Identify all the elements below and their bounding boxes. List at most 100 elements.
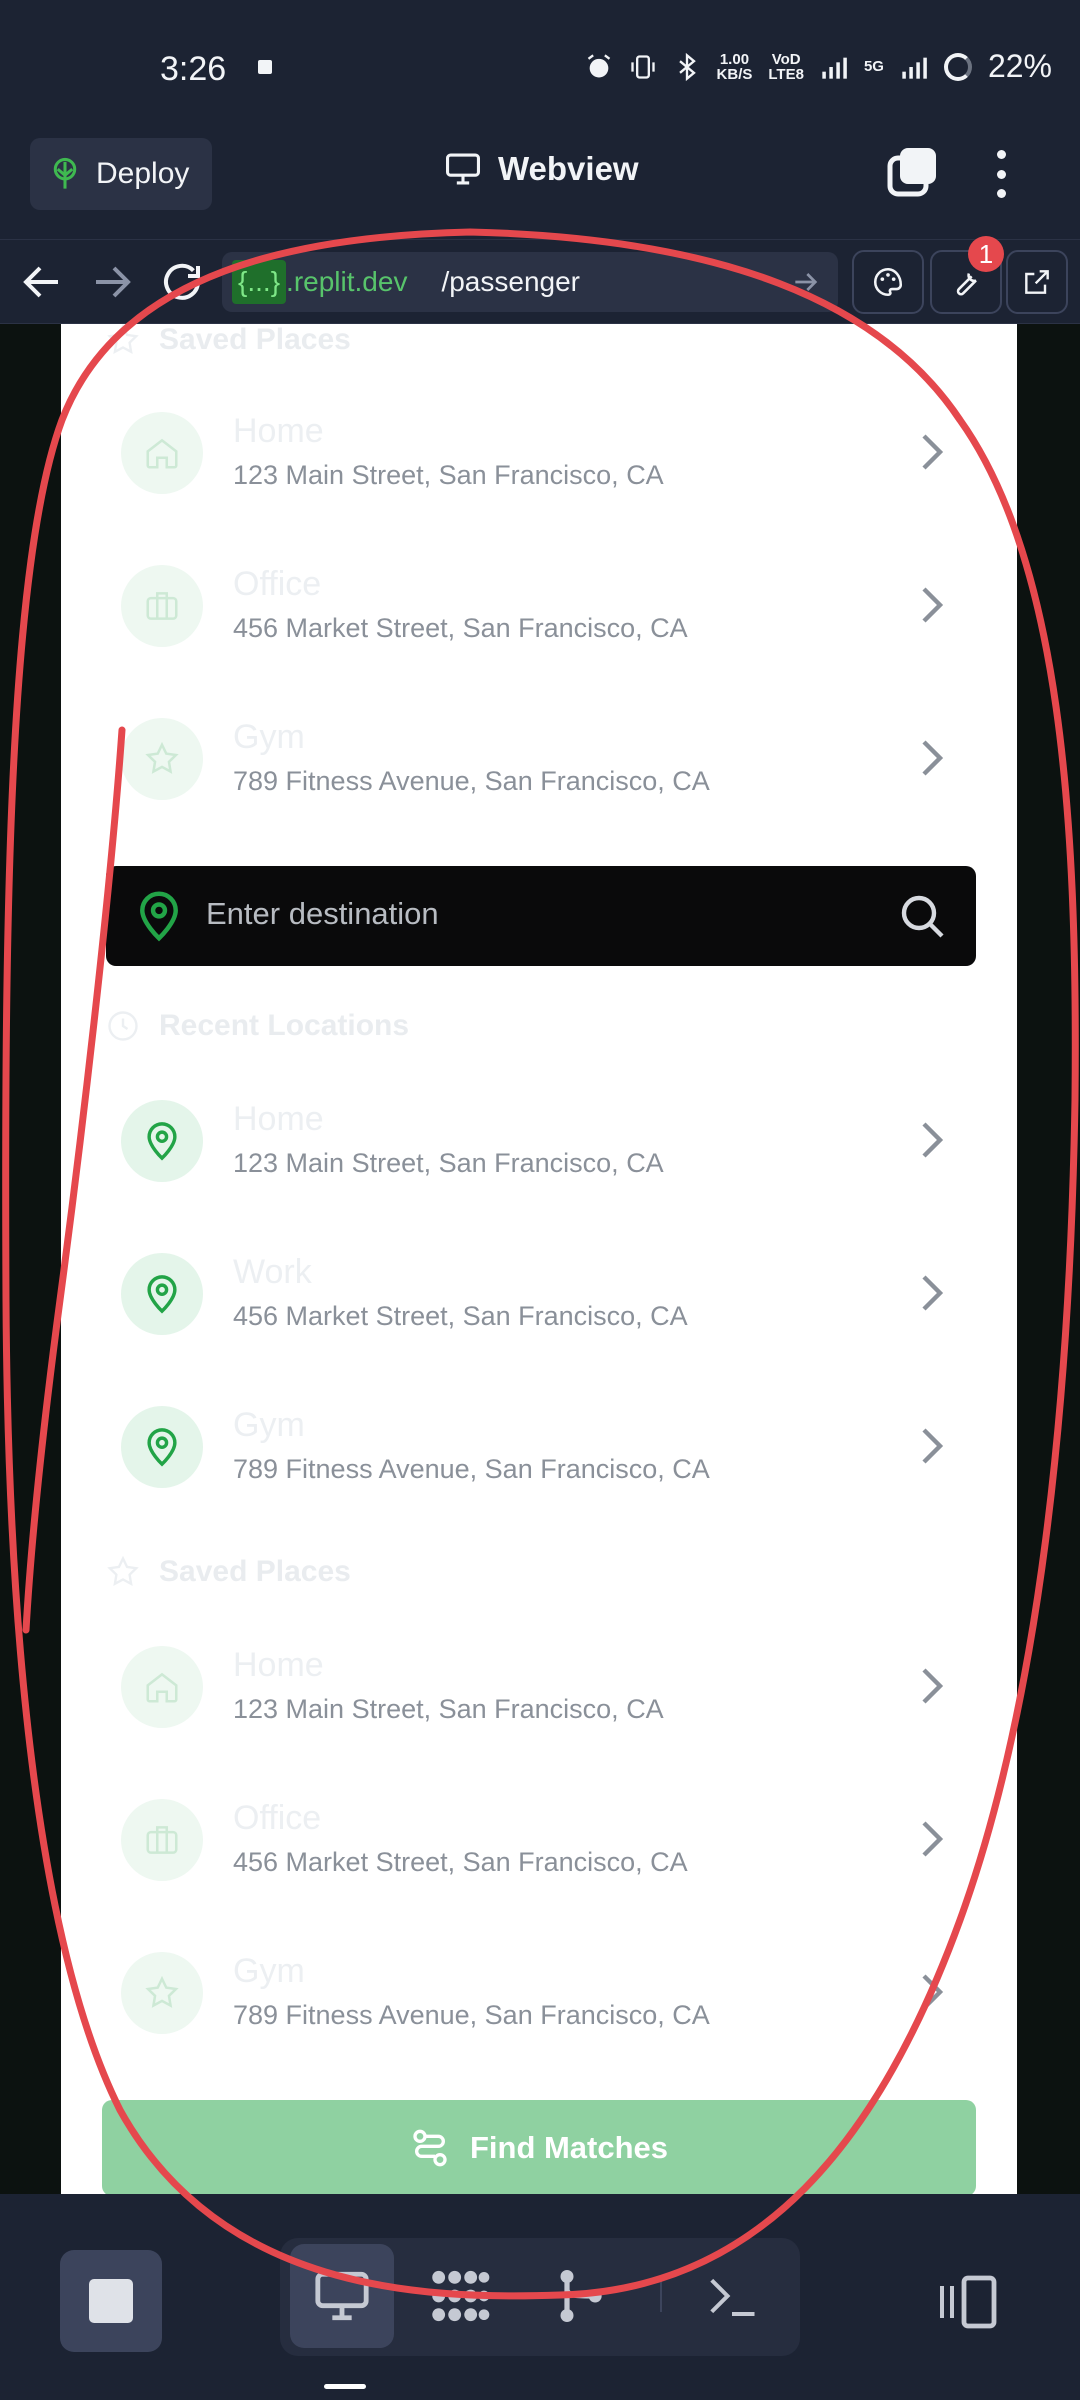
url-domain: .replit.dev <box>286 266 408 297</box>
saved-place-item[interactable]: Home 123 Main Street, San Francisco, CA <box>121 412 961 522</box>
open-external-button[interactable] <box>1006 250 1068 314</box>
destination-input[interactable]: Enter destination <box>206 896 439 932</box>
battery-percent: 22% <box>987 48 1052 84</box>
status-time: 3:26 <box>160 50 227 88</box>
url-path: /passenger <box>441 266 580 297</box>
signal-icon-2 <box>902 57 927 79</box>
recent-locations-heading: Recent Locations <box>105 1008 409 1044</box>
monitor-icon <box>446 153 480 185</box>
chevron-right-icon <box>922 740 944 776</box>
stop-button[interactable] <box>60 2250 162 2352</box>
briefcase-icon <box>121 565 203 647</box>
chevron-right-icon <box>922 1821 944 1857</box>
split-view-icon[interactable] <box>938 2274 998 2330</box>
search-icon[interactable] <box>898 892 946 940</box>
find-matches-button[interactable]: Find Matches <box>102 2100 976 2194</box>
packages-tool-button[interactable] <box>408 2244 512 2348</box>
star-icon <box>107 1555 139 1587</box>
webview-tab-title[interactable]: Webview <box>444 150 639 188</box>
net-speed: 1.00 KB/S <box>716 50 753 83</box>
workspace-toolbar: Deploy Webview <box>0 130 1080 240</box>
webview-tool-button[interactable] <box>290 2244 394 2348</box>
battery-icon <box>943 52 972 81</box>
place-name: Home <box>233 412 324 450</box>
saved-place-item[interactable]: Office 456 Market Street, San Francisco,… <box>121 565 961 675</box>
git-tool-button[interactable] <box>528 2244 632 2348</box>
reload-icon[interactable] <box>158 258 206 306</box>
place-name: Home <box>233 1646 324 1684</box>
deploy-button[interactable]: Deploy <box>30 138 212 210</box>
stop-icon <box>89 2279 133 2323</box>
saved-places-heading: Saved Places <box>105 324 351 358</box>
vibrate-icon <box>630 54 655 79</box>
star-icon <box>121 1952 203 2034</box>
theme-button[interactable] <box>852 250 924 314</box>
volte-indicator: VoD LTE8 <box>768 50 804 83</box>
chevron-right-icon <box>922 587 944 623</box>
external-link-icon <box>1025 270 1049 294</box>
status-icons: 1.00 KB/S VoD LTE8 5G 22% <box>585 48 1052 85</box>
place-name: Work <box>233 1253 312 1291</box>
map-pin-icon <box>121 1406 203 1488</box>
route-icon <box>413 2129 447 2167</box>
clock-icon <box>108 1011 138 1041</box>
chevron-right-icon <box>922 434 944 470</box>
star-icon <box>121 718 203 800</box>
recent-location-item[interactable]: Work 456 Market Street, San Francisco, C… <box>121 1253 961 1363</box>
saved-place-item[interactable]: Office 456 Market Street, San Francisco,… <box>121 1799 961 1909</box>
map-pin-icon <box>140 891 178 942</box>
devtools-badge: 1 <box>968 236 1004 272</box>
saved-place-item[interactable]: Gym 789 Fitness Avenue, San Francisco, C… <box>121 718 961 828</box>
place-name: Gym <box>233 718 305 756</box>
recent-location-item[interactable]: Home 123 Main Street, San Francisco, CA <box>121 1100 961 1210</box>
git-branch-icon <box>560 2270 602 2322</box>
briefcase-icon <box>121 1799 203 1881</box>
tabs-icon[interactable] <box>886 146 938 198</box>
grid-dots-icon <box>432 2270 490 2322</box>
find-matches-label: Find Matches <box>469 2130 669 2165</box>
terminal-icon <box>710 2278 755 2317</box>
go-arrow-icon[interactable] <box>790 266 822 298</box>
place-address: 789 Fitness Avenue, San Francisco, CA <box>233 2000 710 2030</box>
place-address: 789 Fitness Avenue, San Francisco, CA <box>233 1454 710 1484</box>
home-indicator <box>324 2384 366 2389</box>
signal-icon <box>822 57 847 79</box>
repl-tag: {...} <box>232 260 287 304</box>
chevron-right-icon <box>922 1974 944 2010</box>
forward-arrow-icon[interactable] <box>88 258 136 306</box>
place-address: 456 Market Street, San Francisco, CA <box>233 1847 688 1877</box>
place-name: Office <box>233 565 322 603</box>
chevron-right-icon <box>922 1668 944 1704</box>
more-menu-icon[interactable] <box>986 146 1016 202</box>
place-name: Gym <box>233 1406 305 1444</box>
network-type: 5G <box>863 58 884 75</box>
place-name: Office <box>233 1799 322 1837</box>
chevron-right-icon <box>922 1275 944 1311</box>
deploy-icon <box>53 157 77 189</box>
recent-location-item[interactable]: Gym 789 Fitness Avenue, San Francisco, C… <box>121 1406 961 1516</box>
status-bar: 3:26 1.00 KB/S VoD LTE8 5G 22% <box>0 0 1080 130</box>
back-arrow-icon[interactable] <box>18 258 66 306</box>
destination-search-bar[interactable]: Enter destination <box>106 866 976 966</box>
saved-place-item[interactable]: Gym 789 Fitness Avenue, San Francisco, C… <box>121 1952 961 2062</box>
star-icon <box>107 324 139 355</box>
palette-icon <box>873 267 903 297</box>
place-name: Gym <box>233 1952 305 1990</box>
place-address: 456 Market Street, San Francisco, CA <box>233 1301 688 1331</box>
alarm-icon <box>587 53 610 77</box>
tool-switcher <box>280 2238 800 2356</box>
place-address: 123 Main Street, San Francisco, CA <box>233 460 664 490</box>
webview-content: Saved Places Home 123 Main Street, San F… <box>0 324 1080 2194</box>
chevron-right-icon <box>922 1122 944 1158</box>
place-name: Home <box>233 1100 324 1138</box>
place-address: 123 Main Street, San Francisco, CA <box>233 1694 664 1724</box>
url-input[interactable]: {...} .replit.dev /passenger <box>222 252 838 312</box>
map-pin-icon <box>121 1100 203 1182</box>
home-icon <box>121 412 203 494</box>
url-bar: {...} .replit.dev /passenger 1 <box>0 236 1080 324</box>
place-address: 789 Fitness Avenue, San Francisco, CA <box>233 766 710 796</box>
home-icon <box>121 1646 203 1728</box>
shell-tool-button[interactable] <box>680 2244 784 2348</box>
devtools-button[interactable]: 1 <box>930 236 1004 314</box>
saved-place-item[interactable]: Home 123 Main Street, San Francisco, CA <box>121 1646 961 1756</box>
